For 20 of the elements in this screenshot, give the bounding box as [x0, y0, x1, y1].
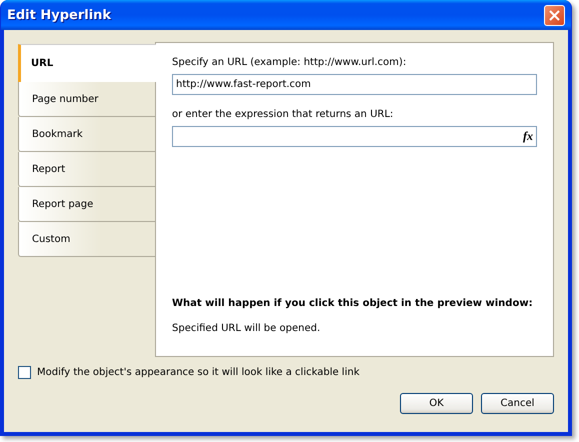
tab[interactable]: Page number: [18, 82, 155, 117]
checkbox-label: Modify the object's appearance so it will look like a clickable link: [37, 367, 360, 378]
expression-field[interactable]: [172, 126, 537, 147]
tab[interactable]: Report: [18, 152, 155, 187]
expression-label: or enter the expression that returns an URL:: [172, 109, 394, 120]
close-button[interactable]: [544, 4, 565, 26]
ok-button[interactable]: OK: [400, 393, 473, 414]
url-label: Specify an URL (example: http://www.url.com):: [172, 57, 408, 68]
close-icon: [549, 10, 560, 20]
cancel-button[interactable]: Cancel: [481, 393, 554, 414]
window-title: Edit Hyperlink: [7, 8, 112, 22]
function-button[interactable]: fx: [523, 129, 533, 144]
info-heading: What will happen if you click this object in the preview window:: [172, 298, 534, 309]
tab[interactable]: Report page: [18, 187, 155, 222]
checkbox[interactable]: [18, 366, 31, 379]
tab[interactable]: Bookmark: [18, 117, 155, 152]
tab[interactable]: URL: [18, 44, 156, 82]
tab[interactable]: Custom: [18, 222, 155, 257]
info-text: Specified URL will be opened.: [172, 323, 322, 334]
url-field[interactable]: http://www.fast-report.com: [172, 74, 537, 95]
